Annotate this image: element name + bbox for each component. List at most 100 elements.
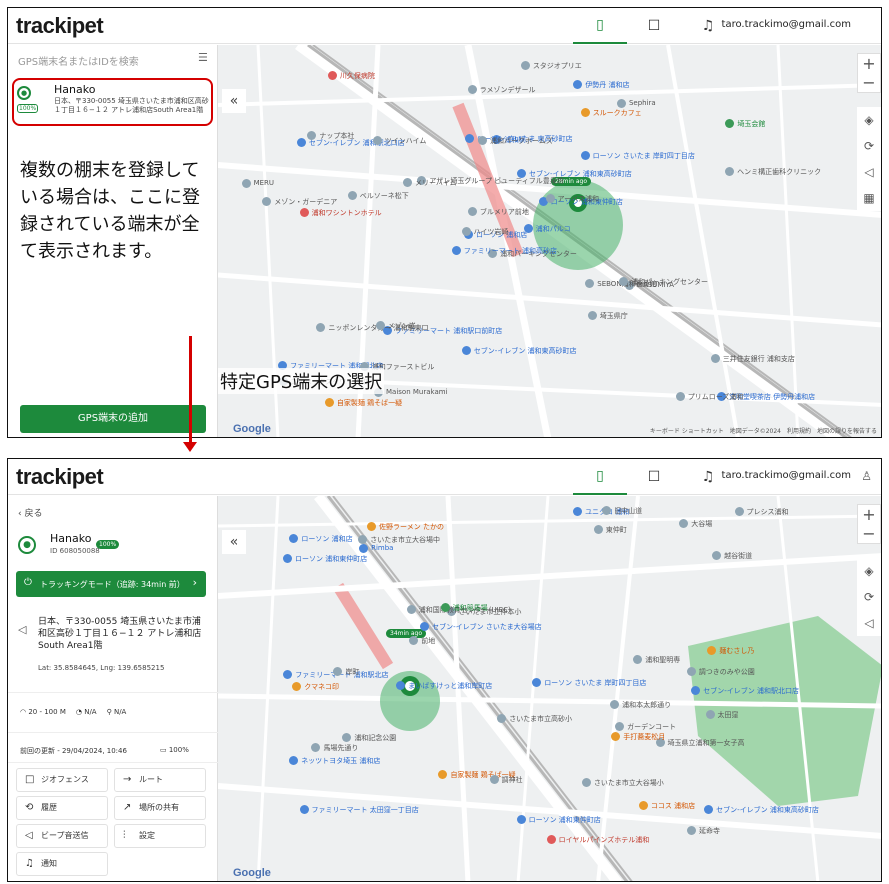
map-label[interactable]: メゾン・ガーデニア <box>274 197 337 207</box>
map-label[interactable]: 浦和パーキングセンター <box>631 277 708 287</box>
square-icon[interactable]: ☐ <box>627 8 681 44</box>
map-poi-icon[interactable] <box>372 135 382 145</box>
zoom-controls[interactable]: + − <box>857 504 881 544</box>
map-poi-icon[interactable] <box>707 645 717 655</box>
map-poi-icon[interactable] <box>324 397 334 407</box>
map-label[interactable]: 馬場先通り <box>323 743 358 753</box>
map-label[interactable]: ファミリーマート 浦和高砂店 <box>464 246 557 256</box>
map-label[interactable]: さいたま市立大谷場中 <box>370 535 440 545</box>
map-poi-icon[interactable] <box>675 391 685 401</box>
layers-icon[interactable]: ◈ <box>857 107 881 133</box>
map-poi-icon[interactable] <box>461 226 471 236</box>
map-label[interactable]: メリーハイム <box>415 178 457 188</box>
map-label[interactable]: 手打蕎麦松月 <box>623 732 665 742</box>
map-label[interactable]: プレシス浦和 <box>747 507 789 517</box>
map-poi-icon[interactable] <box>451 245 461 255</box>
collapse-sidebar-icon[interactable]: « <box>222 530 246 554</box>
map-label[interactable]: セブン-イレブン さいたま大谷場店 <box>432 622 542 632</box>
map-label[interactable]: Rimba <box>371 544 393 552</box>
map-poi-icon[interactable] <box>610 699 620 709</box>
map-poi-icon[interactable] <box>532 677 542 687</box>
map-poi-icon[interactable] <box>580 151 590 161</box>
map-label[interactable]: ローソン さいたま 岸町四丁目店 <box>544 678 646 688</box>
map-poi-icon[interactable] <box>725 166 735 176</box>
map-label[interactable]: ツインハイム <box>385 136 427 146</box>
map-attribution[interactable]: キーボード ショートカット 地図データ©2024 利用規約 地図の誤りを報告する <box>650 426 877 435</box>
map-label[interactable]: 浦和本太郎通り <box>622 700 671 710</box>
map-label[interactable]: Sephira <box>629 99 656 107</box>
phone-icon[interactable]: ▯ <box>573 8 627 44</box>
map-label[interactable]: 大谷場 <box>691 519 712 529</box>
zoom-out-icon[interactable]: − <box>858 524 880 543</box>
add-device-button[interactable]: GPS端末の追加 <box>20 405 206 433</box>
map-label[interactable]: ネッツトヨタ埼玉 浦和店 <box>301 756 380 766</box>
map-label[interactable]: 三井住友銀行 浦和支店 <box>723 354 795 364</box>
map-label[interactable]: ローソン 浦和東仲町店 <box>295 554 367 564</box>
beep-button[interactable]: ◁ ビープ音送信 <box>16 824 108 848</box>
map-label[interactable]: さいたま市立高砂小 <box>509 714 572 724</box>
map-label[interactable]: ファミリーマート 太田窪一丁目店 <box>312 805 419 815</box>
map-label[interactable]: プリムローズ浦和 <box>688 392 744 402</box>
map-poi-icon[interactable] <box>489 774 499 784</box>
map-label[interactable]: スタジオプリエ <box>533 61 582 71</box>
collapse-sidebar-icon[interactable]: « <box>222 89 246 113</box>
map-poi-icon[interactable] <box>283 553 292 563</box>
map-poi-icon[interactable] <box>467 206 477 216</box>
map-label[interactable]: 佐野ラーメン たかの <box>379 522 444 532</box>
filter-icon[interactable]: ☰ <box>198 51 217 64</box>
map-label[interactable]: 前地 <box>421 636 435 646</box>
map-label[interactable]: 川久保病院 <box>340 71 375 81</box>
map-poi-icon[interactable] <box>467 84 477 94</box>
map-label[interactable]: 麺むさし乃 <box>719 646 754 656</box>
map-label[interactable]: ブルメリア前地 <box>480 207 529 217</box>
history-button[interactable]: ⟲ 履歴 <box>16 796 108 820</box>
layers-icon[interactable]: ◈ <box>857 558 881 584</box>
map-label[interactable]: ローソン 浦和東仲町店 <box>529 815 601 825</box>
map-poi-icon[interactable] <box>686 825 696 835</box>
map-poi-icon[interactable] <box>241 178 251 188</box>
map-label[interactable]: 浦和聖明専 <box>645 655 680 665</box>
map-poi-icon[interactable] <box>440 602 450 612</box>
share-button[interactable]: ↗ 場所の共有 <box>114 796 206 820</box>
map-poi-icon[interactable] <box>347 190 357 200</box>
map-label[interactable]: 浦和ワシントンホテル <box>312 208 382 218</box>
map-poi-icon[interactable] <box>478 135 488 145</box>
map-label[interactable]: 伊勢丹 浦和店 <box>585 80 629 90</box>
map-label[interactable]: 延命寺 <box>699 826 720 836</box>
back-button[interactable]: ‹ 戻る <box>18 506 42 519</box>
refresh-icon[interactable]: ⟳ <box>857 584 881 610</box>
map-label[interactable]: セブン-イレブン 浦和駅北口店 <box>703 686 799 696</box>
map-label[interactable]: 浦和パルコ <box>536 224 571 234</box>
map-poi-icon[interactable] <box>292 681 302 691</box>
app-logo[interactable]: trackipet <box>16 464 104 490</box>
user-icon[interactable]: ♙ <box>861 469 872 483</box>
map-poi-icon[interactable] <box>734 506 744 516</box>
map-label[interactable]: ラメゾンデザール <box>480 85 536 95</box>
zoom-in-icon[interactable]: + <box>858 54 880 73</box>
map-poi-icon[interactable] <box>581 777 591 787</box>
user-email[interactable]: taro.trackimo@gmail.com <box>722 19 851 30</box>
map-label[interactable]: さいたま市立大谷場小 <box>594 778 664 788</box>
map-poi-icon[interactable] <box>327 70 337 80</box>
map-poi-icon[interactable] <box>710 354 720 364</box>
app-logo[interactable]: trackipet <box>16 13 104 39</box>
map-label[interactable]: アーバス浦和 <box>558 194 600 204</box>
zoom-out-icon[interactable]: − <box>858 73 880 92</box>
map-poi-icon[interactable] <box>616 99 626 109</box>
square-icon[interactable]: ☐ <box>627 459 681 495</box>
map-label[interactable]: 太田窪 <box>718 710 739 720</box>
navigate-icon[interactable]: ◁ <box>857 610 881 636</box>
map-view[interactable]: 34min ago 浦和本太郎通り セブン-イレブン 浦和駅北口店 ファミリーマート… <box>218 496 881 881</box>
map-poi-icon[interactable] <box>516 814 526 824</box>
map-label[interactable]: メゾン岩 <box>388 321 416 331</box>
map-label[interactable]: MERU <box>254 179 274 187</box>
map-poi-icon[interactable] <box>289 755 299 765</box>
zoom-controls[interactable]: + − <box>857 53 881 93</box>
map-label[interactable]: 埼玉会館 <box>737 119 765 129</box>
map-poi-icon[interactable] <box>523 223 533 233</box>
map-label[interactable]: 浦和記念公園 <box>354 733 396 743</box>
map-type-icon[interactable]: ▦ <box>857 185 881 211</box>
map-label[interactable]: まいばすけっと浦和岸町店 <box>408 681 492 691</box>
device-name[interactable]: Hanako <box>54 83 95 96</box>
map-poi-icon[interactable] <box>679 518 689 528</box>
